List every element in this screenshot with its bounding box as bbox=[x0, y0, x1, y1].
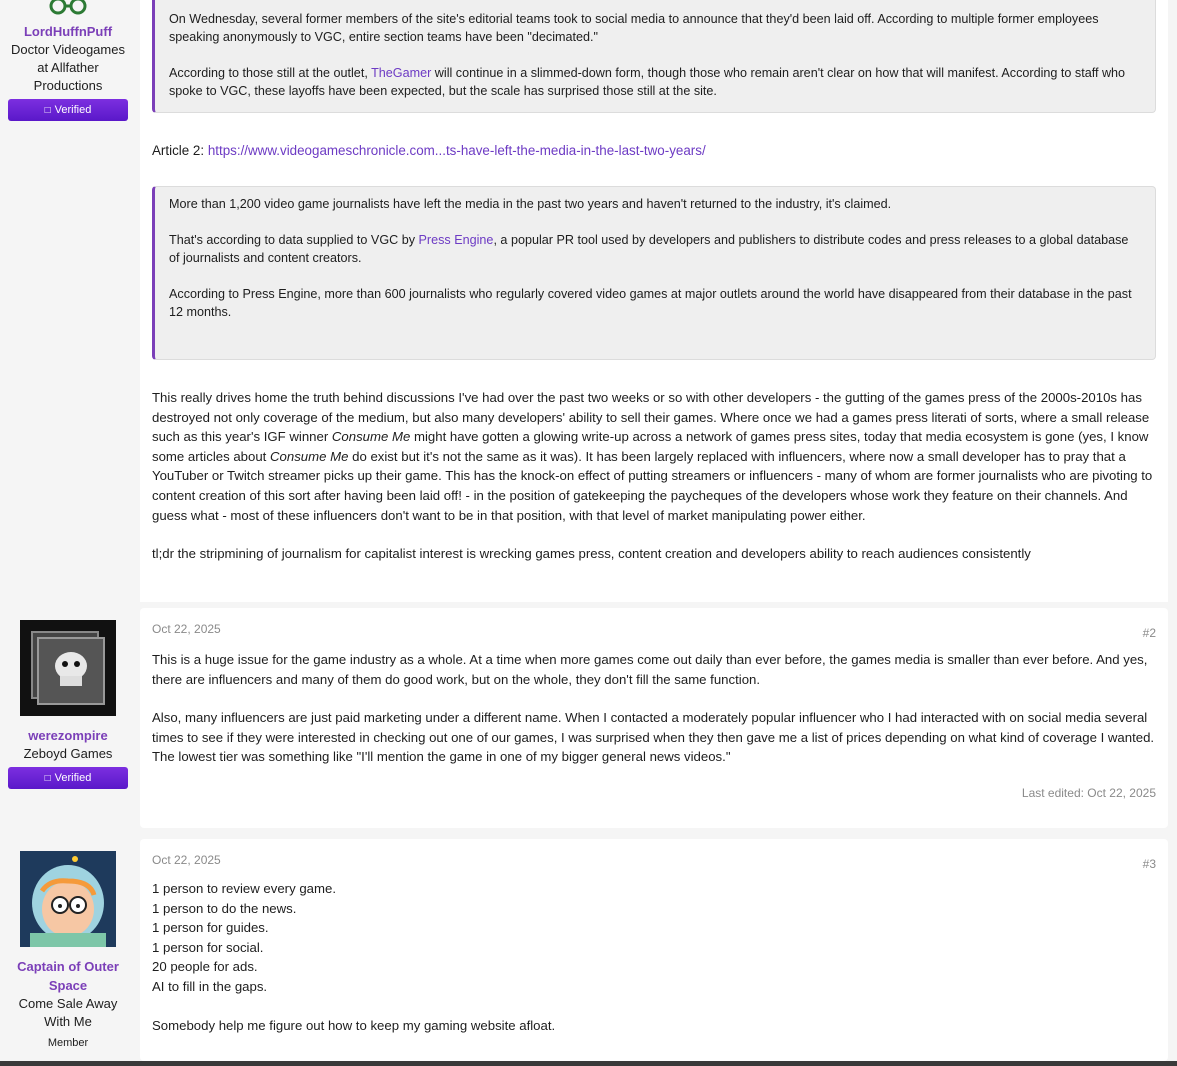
post-line: 1 person for social. bbox=[152, 939, 264, 955]
verified-badge: □ Verified bbox=[8, 99, 128, 121]
post3: Oct 22, 2025 #3 1 person to review every… bbox=[140, 839, 1168, 1061]
press-engine-link[interactable]: Press Engine bbox=[419, 233, 494, 247]
post-paragraph: This really drives home the truth behind… bbox=[152, 388, 1156, 525]
username[interactable]: LordHuffnPuff bbox=[0, 22, 136, 41]
thegamer-link[interactable]: TheGamer bbox=[371, 66, 431, 80]
avatar[interactable] bbox=[20, 620, 116, 716]
post-paragraph: Also, many influencers are just paid mar… bbox=[152, 710, 1155, 765]
post3-user-panel: Captain of Outer Space Come Sale Away Wi… bbox=[0, 851, 136, 1049]
quote-text: That's according to data supplied to VGC… bbox=[169, 233, 419, 247]
post-line: Somebody help me figure out how to keep … bbox=[152, 1017, 556, 1033]
game-title: Consume Me bbox=[270, 448, 349, 464]
check-icon: □ bbox=[44, 105, 51, 116]
quote-text: According to those still at the outlet, bbox=[169, 66, 372, 80]
quote-paragraph: According to Press Engine, more than 600… bbox=[169, 287, 1132, 319]
post-line: 1 person for guides. bbox=[152, 920, 269, 936]
post-body: This is a huge issue for the game indust… bbox=[152, 650, 1156, 767]
username[interactable]: Captain of Outer Space bbox=[0, 957, 136, 995]
badge-label: Verified bbox=[54, 772, 92, 784]
post-date[interactable]: Oct 22, 2025 bbox=[152, 622, 221, 640]
post-paragraph: tl;dr the stripmining of journalism for … bbox=[152, 546, 1031, 562]
quote-paragraph: On Wednesday, several former members of … bbox=[169, 12, 1099, 44]
thread-page: LordHuffnPuff Doctor Videogames at Allfa… bbox=[0, 0, 1177, 1066]
post2: Oct 22, 2025 #2 This is a huge issue for… bbox=[140, 608, 1168, 828]
quote-paragraph: According to those still at the outlet, … bbox=[169, 64, 1141, 100]
post1: On Wednesday, several former members of … bbox=[140, 0, 1168, 602]
bottom-bar bbox=[0, 1061, 1177, 1066]
user-title: Doctor Videogames at Allfather Productio… bbox=[11, 42, 125, 93]
quote-paragraph: More than 1,200 video game journalists h… bbox=[169, 197, 892, 211]
post-meta: Oct 22, 2025 #2 bbox=[152, 608, 1156, 640]
post-line: 20 people for ads. bbox=[152, 959, 258, 975]
avatar[interactable] bbox=[20, 851, 116, 947]
last-edited: Last edited: Oct 22, 2025 bbox=[1021, 785, 1156, 800]
post-line: 1 person to do the news. bbox=[152, 900, 297, 916]
post-meta: Oct 22, 2025 #3 bbox=[152, 839, 1156, 871]
post-number[interactable]: #2 bbox=[1143, 626, 1156, 640]
post1-user-panel: LordHuffnPuff Doctor Videogames at Allfa… bbox=[0, 0, 136, 121]
blockquote: On Wednesday, several former members of … bbox=[152, 0, 1156, 113]
blockquote: More than 1,200 video game journalists h… bbox=[152, 186, 1156, 360]
user-role: Member bbox=[47, 1037, 89, 1049]
user-title: Come Sale Away With Me bbox=[18, 996, 118, 1029]
post-date[interactable]: Oct 22, 2025 bbox=[152, 853, 221, 871]
user-title: Zeboyd Games bbox=[23, 746, 113, 761]
article-link[interactable]: https://www.videogameschronicle.com...ts… bbox=[208, 143, 706, 158]
avatar[interactable] bbox=[38, 0, 98, 18]
post-line: AI to fill in the gaps. bbox=[152, 978, 268, 994]
post-line: 1 person to review every game. bbox=[152, 881, 336, 896]
badge-label: Verified bbox=[54, 104, 92, 116]
article-label: Article 2: bbox=[152, 143, 208, 158]
post-number[interactable]: #3 bbox=[1143, 857, 1156, 871]
post-body: This really drives home the truth behind… bbox=[152, 388, 1156, 564]
post-body: 1 person to review every game. 1 person … bbox=[152, 879, 1156, 1035]
post2-user-panel: werezompire Zeboyd Games □ Verified bbox=[0, 620, 136, 789]
game-title: Consume Me bbox=[331, 429, 411, 445]
quote-paragraph: That's according to data supplied to VGC… bbox=[169, 231, 1141, 267]
article-line: Article 2: https://www.videogameschronic… bbox=[152, 143, 1156, 158]
post-paragraph: This is a huge issue for the game indust… bbox=[152, 652, 1148, 687]
verified-badge: □ Verified bbox=[8, 767, 128, 789]
check-icon: □ bbox=[44, 773, 51, 784]
username[interactable]: werezompire bbox=[0, 726, 136, 745]
